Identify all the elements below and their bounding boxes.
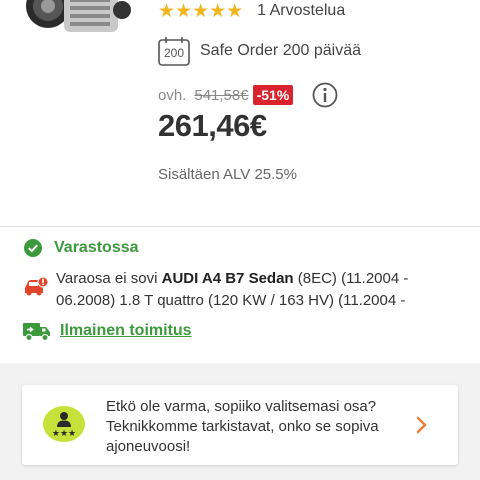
check-circle-icon: [24, 239, 42, 257]
safe-order-days: 200: [163, 46, 185, 60]
discount-badge: -51%: [252, 85, 294, 105]
current-price: 261,46€: [158, 108, 267, 143]
vat-note: Sisältäen ALV 25.5%: [158, 166, 297, 183]
stock-status: Varastossa: [24, 239, 139, 257]
review-count[interactable]: 1 Arvostelua: [257, 2, 345, 20]
expert-badge-icon: ★★★: [42, 405, 86, 443]
alternator-image-icon: [18, 0, 138, 44]
calendar-icon: 200: [158, 36, 190, 66]
safe-order-label: Safe Order 200 päivää: [200, 42, 361, 59]
info-icon[interactable]: [312, 82, 338, 108]
rating-row[interactable]: ★★★★★ 1 Arvostelua: [158, 0, 345, 22]
section-divider: [0, 226, 480, 227]
fitment-prefix: Varaosa ei sovi: [56, 270, 162, 287]
svg-text:★★★: ★★★: [52, 429, 76, 439]
stock-label: Varastossa: [54, 239, 139, 256]
chevron-right-icon[interactable]: [414, 415, 430, 435]
product-image[interactable]: [18, 0, 138, 44]
fitment-text: Varaosa ei sovi AUDI A4 B7 Sedan (8EC) (…: [56, 268, 466, 312]
expert-help-card[interactable]: ★★★ Etkö ole varma, sopiiko valitsemasi …: [22, 385, 458, 465]
fitment-vehicle: AUDI A4 B7 Sedan: [161, 270, 294, 287]
car-warning-icon: [22, 276, 49, 298]
expert-help-text: Etkö ole varma, sopiiko valitsemasi osa?…: [106, 398, 379, 455]
delivery-truck-icon: [23, 323, 50, 342]
old-price-prefix: ovh.: [158, 86, 187, 104]
free-shipping-link[interactable]: Ilmainen toimitus: [60, 322, 192, 340]
old-price: 541,58€: [194, 86, 249, 104]
safe-order-row: 200 Safe Order 200 päivää: [158, 36, 361, 66]
star-rating-icon: ★★★★★: [158, 0, 244, 22]
shipping-row[interactable]: Ilmainen toimitus: [22, 320, 192, 342]
